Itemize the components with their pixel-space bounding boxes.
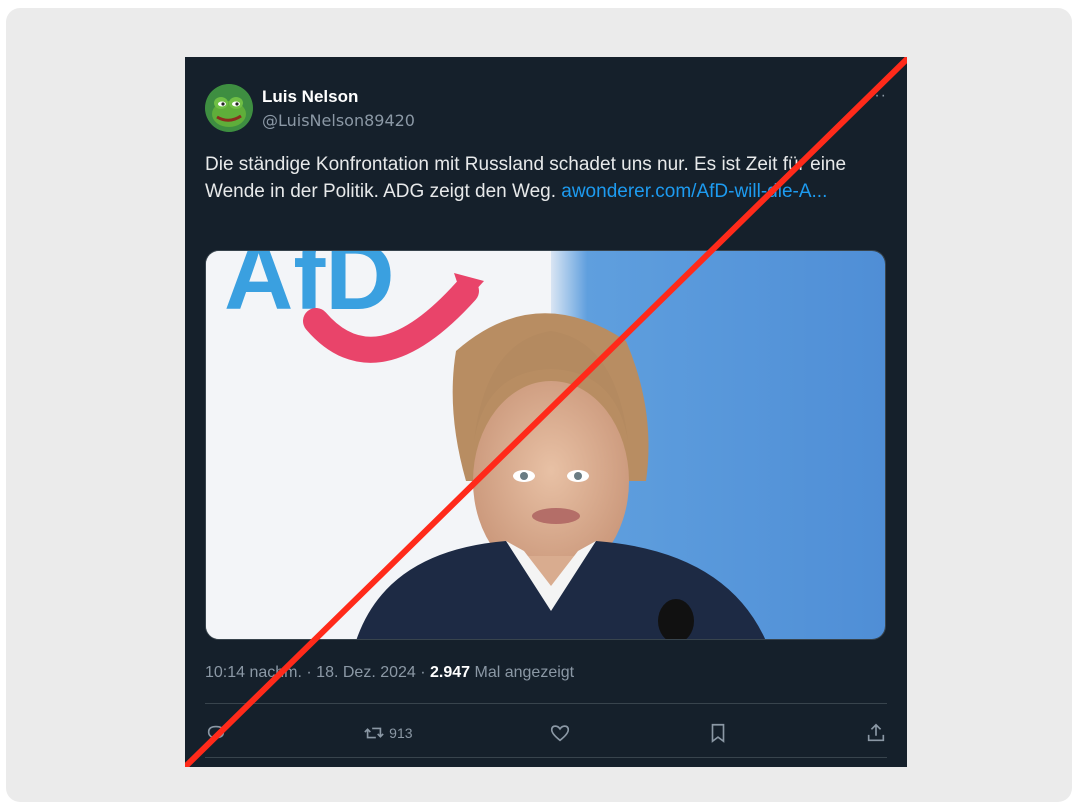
bookmark-button[interactable] (707, 722, 729, 744)
views-count: 2.947 (430, 664, 471, 681)
tweet-meta: 10:14 nachm. · 18. Dez. 2024 · 2.947 Mal… (205, 664, 574, 682)
more-options-icon[interactable]: ··· (868, 87, 887, 105)
share-button[interactable] (865, 722, 887, 744)
like-button[interactable] (549, 722, 571, 744)
avatar[interactable] (205, 84, 253, 132)
tweet-link[interactable]: awonderer.com/AfD-will-die-A... (561, 181, 827, 202)
retweet-button[interactable]: 913 (363, 722, 413, 744)
divider (205, 757, 887, 758)
tweet-card: Luis Nelson @LuisNelson89420 ··· Die stä… (185, 57, 907, 767)
author-display-name[interactable]: Luis Nelson (262, 87, 358, 107)
bookmark-icon (711, 723, 725, 743)
photo-woman-speaking-icon: AfD (206, 251, 885, 639)
action-bar: 913 (205, 715, 887, 751)
reply-icon (207, 725, 225, 742)
author-handle[interactable]: @LuisNelson89420 (262, 111, 415, 130)
share-icon (867, 723, 885, 742)
tweet-text: Die ständige Konfrontation mit Russland … (205, 151, 885, 205)
views-label: Mal angezeigt (470, 664, 575, 681)
divider (205, 703, 887, 704)
retweet-count: 913 (389, 725, 413, 741)
tweet-media-image[interactable]: AfD (205, 250, 886, 640)
retweet-icon (364, 727, 384, 739)
heart-icon (550, 725, 569, 742)
tweet-timestamp[interactable]: 10:14 nachm. · 18. Dez. 2024 · (205, 664, 430, 681)
frog-avatar-icon (205, 84, 253, 132)
reply-button[interactable] (205, 722, 227, 744)
